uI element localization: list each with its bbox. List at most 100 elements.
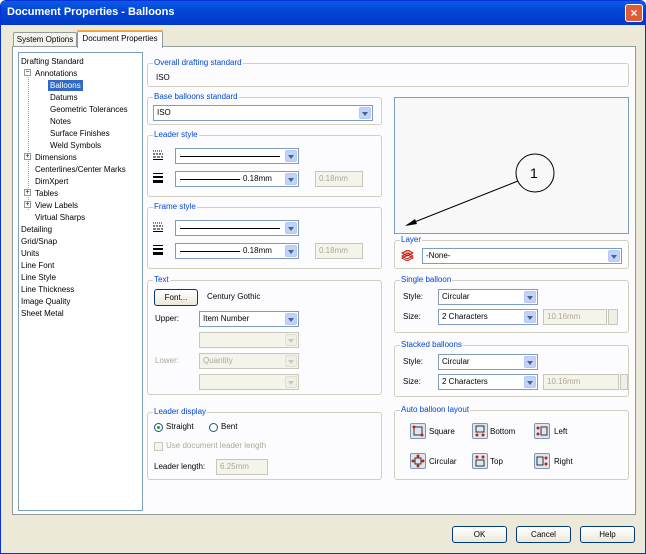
tree-item-dimxpert[interactable]: DimXpert <box>35 176 68 187</box>
expand-icon[interactable]: + <box>24 201 31 208</box>
chevron-down-icon[interactable] <box>524 291 536 303</box>
tree-item-virtual-sharps[interactable]: Virtual Sharps <box>35 212 85 223</box>
stacked-balloons-group: Stacked balloons Style: Circular Size: 2… <box>394 340 629 397</box>
tab-document-properties[interactable]: Document Properties <box>77 30 163 48</box>
line-style-icon <box>153 150 163 160</box>
tree-item-line-style[interactable]: Line Style <box>21 272 56 283</box>
expand-icon[interactable]: + <box>24 189 31 196</box>
tree-item-balloons[interactable]: Balloons <box>48 80 83 91</box>
tree-item-detailing[interactable]: Detailing <box>21 224 52 235</box>
stacked-size-spinner <box>620 374 628 390</box>
layers-icon <box>401 250 414 261</box>
chevron-down-icon[interactable] <box>524 356 536 368</box>
overall-standard-value: ISO <box>156 73 170 82</box>
dialog-window: Document Properties - Balloons × System … <box>0 0 646 554</box>
base-standard-group: Base balloons standard ISO <box>147 92 382 125</box>
chevron-down-icon[interactable] <box>359 107 371 119</box>
tree-item-weld-symbols[interactable]: Weld Symbols <box>50 140 101 151</box>
collapse-icon[interactable]: − <box>24 69 31 76</box>
layer-title: Layer <box>400 235 423 244</box>
chevron-down-icon[interactable] <box>285 313 297 325</box>
upper-select[interactable]: Item Number <box>199 311 299 327</box>
bent-radio[interactable] <box>209 423 218 432</box>
chevron-down-icon[interactable] <box>524 311 536 323</box>
tree-item-grid-snap[interactable]: Grid/Snap <box>21 236 57 247</box>
straight-label: Straight <box>166 422 194 431</box>
tree-item-sheet-metal[interactable]: Sheet Metal <box>21 308 64 319</box>
title-bar[interactable]: Document Properties - Balloons × <box>1 1 645 25</box>
top-layout-icon[interactable] <box>472 453 488 469</box>
square-layout-label: Square <box>429 427 455 436</box>
frame-line-style-select[interactable] <box>175 220 299 236</box>
cancel-button[interactable]: Cancel <box>516 526 571 543</box>
single-size-select[interactable]: 2 Characters <box>438 309 538 325</box>
tree-item-line-thickness[interactable]: Line Thickness <box>21 284 74 295</box>
leader-line-style-select[interactable] <box>175 148 299 164</box>
frame-thickness-value: 0.18mm <box>243 246 272 255</box>
leader-display-group: Leader display Straight Bent Use documen… <box>147 407 382 480</box>
tree-item-notes[interactable]: Notes <box>50 116 71 127</box>
leader-thickness-select[interactable]: 0.18mm <box>175 171 299 187</box>
single-size-label: Size: <box>403 312 421 321</box>
circular-layout-icon[interactable] <box>410 453 426 469</box>
chevron-down-icon[interactable] <box>285 245 297 257</box>
font-button[interactable]: Font... <box>154 289 198 306</box>
overall-standard-group: Overall drafting standard ISO <box>147 58 629 87</box>
chevron-down-icon <box>285 355 297 367</box>
leader-thickness-value: 0.18mm <box>243 174 272 183</box>
help-button[interactable]: Help <box>580 526 635 543</box>
lower-custom-select <box>199 374 299 390</box>
right-layout-icon[interactable] <box>534 453 550 469</box>
tree-item-datums[interactable]: Datums <box>50 92 78 103</box>
text-title: Text <box>153 275 170 284</box>
tree-item-annotations[interactable]: Annotations <box>35 68 77 79</box>
tree-item-tables[interactable]: Tables <box>35 188 58 199</box>
single-style-label: Style: <box>403 292 424 301</box>
line-thickness-icon <box>153 245 163 255</box>
single-size-spinner <box>608 309 618 325</box>
chevron-down-icon[interactable] <box>285 222 297 234</box>
stacked-size-label: Size: <box>403 377 421 386</box>
tree-item-image-quality[interactable]: Image Quality <box>21 296 70 307</box>
chevron-down-icon[interactable] <box>608 250 620 262</box>
single-custom-size: 10.16mm <box>543 309 607 325</box>
frame-custom-thickness: 0.18mm <box>315 243 363 259</box>
auto-balloon-layout-title: Auto balloon layout <box>400 405 471 414</box>
leader-style-title: Leader style <box>153 130 199 139</box>
chevron-down-icon[interactable] <box>285 173 297 185</box>
stacked-size-value: 2 Characters <box>442 377 488 386</box>
expand-icon[interactable]: + <box>24 153 31 160</box>
tab-content: Drafting Standard − Annotations Balloons… <box>12 46 636 515</box>
tree-item-dimensions[interactable]: Dimensions <box>35 152 77 163</box>
tree-item-surface-finishes[interactable]: Surface Finishes <box>50 128 110 139</box>
straight-radio[interactable] <box>154 423 163 432</box>
bottom-layout-icon[interactable] <box>472 423 488 439</box>
base-standard-select[interactable]: ISO <box>153 105 373 121</box>
chevron-down-icon[interactable] <box>524 376 536 388</box>
tree-item-view-labels[interactable]: View Labels <box>35 200 78 211</box>
circular-layout-label: Circular <box>429 457 457 466</box>
tree-item-units[interactable]: Units <box>21 248 39 259</box>
frame-style-title: Frame style <box>153 202 197 211</box>
ok-button[interactable]: OK <box>452 526 507 543</box>
balloon-preview: 1 <box>394 97 629 234</box>
leader-custom-thickness: 0.18mm <box>315 171 363 187</box>
close-button[interactable]: × <box>625 4 643 22</box>
tree-item-centerlines[interactable]: Centerlines/Center Marks <box>35 164 126 175</box>
leader-style-group: Leader style 0.18mm 0.18mm <box>147 130 382 197</box>
chevron-down-icon <box>285 376 297 388</box>
tree-item-line-font[interactable]: Line Font <box>21 260 54 271</box>
layer-select[interactable]: -None- <box>422 248 622 264</box>
frame-thickness-select[interactable]: 0.18mm <box>175 243 299 259</box>
tab-system-options[interactable]: System Options <box>13 32 77 47</box>
single-style-select[interactable]: Circular <box>438 289 538 305</box>
stacked-size-select[interactable]: 2 Characters <box>438 374 538 390</box>
stacked-style-select[interactable]: Circular <box>438 354 538 370</box>
left-layout-label: Left <box>554 427 568 436</box>
chevron-down-icon[interactable] <box>285 150 297 162</box>
tree-item-drafting-standard[interactable]: Drafting Standard <box>21 56 84 67</box>
tree-item-geometric-tolerances[interactable]: Geometric Tolerances <box>50 104 128 115</box>
square-layout-icon[interactable] <box>410 423 426 439</box>
stacked-style-label: Style: <box>403 357 424 366</box>
left-layout-icon[interactable] <box>534 423 550 439</box>
